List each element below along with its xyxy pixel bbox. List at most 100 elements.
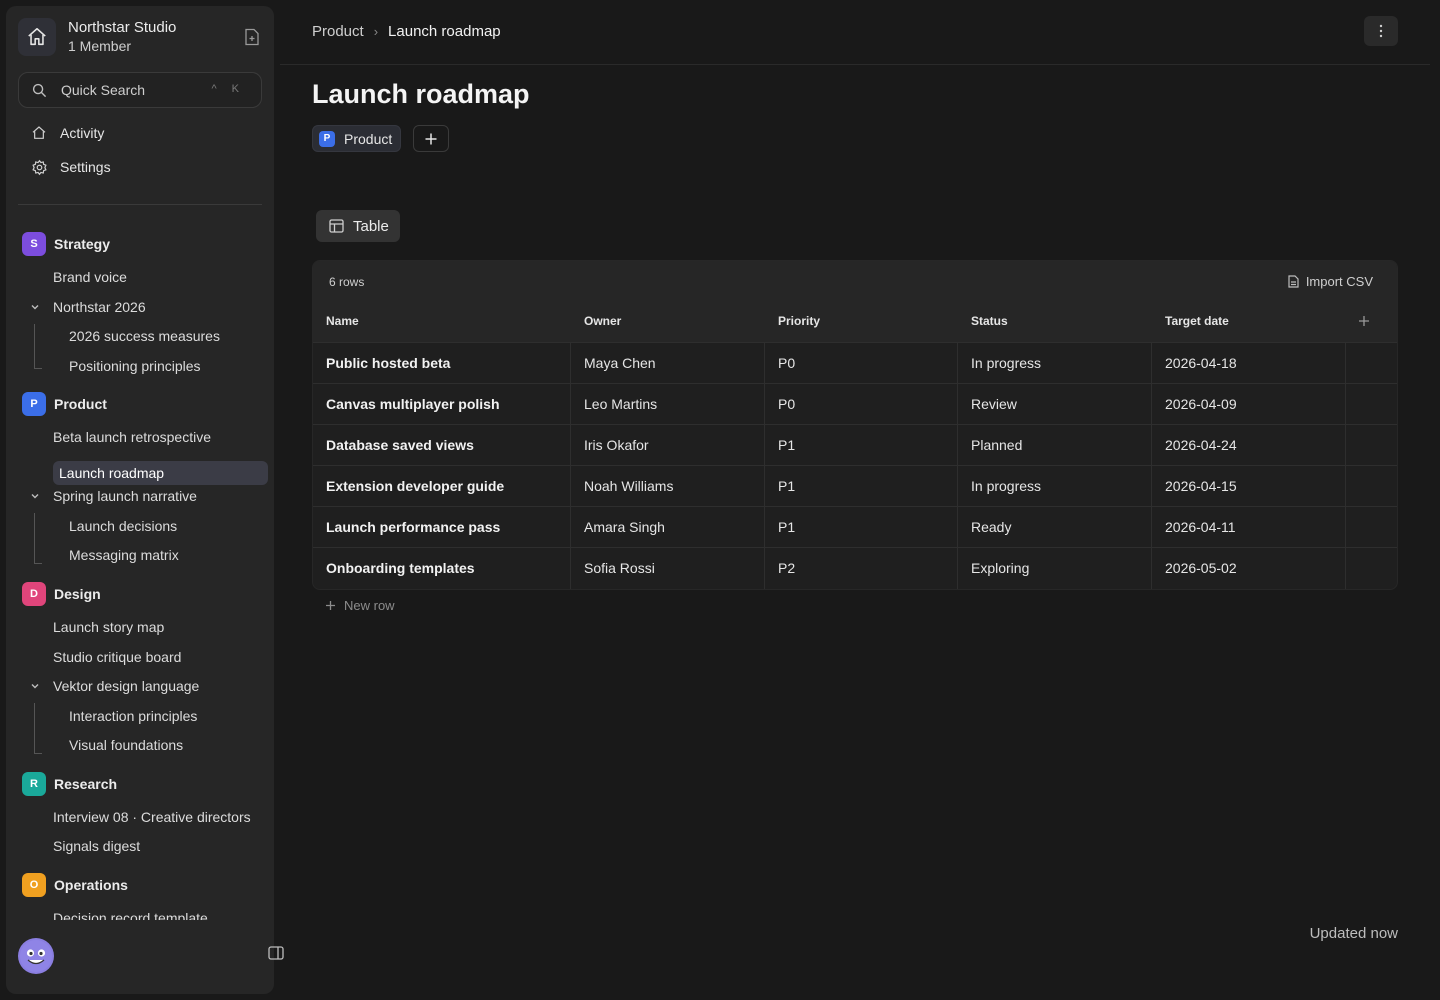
tree-item-northstar-2026[interactable]: Northstar 2026 <box>47 295 146 319</box>
tree-item-critique-board[interactable]: Studio critique board <box>47 645 181 669</box>
chevron-down-icon[interactable] <box>29 301 41 313</box>
table-row[interactable]: Public hosted beta Maya Chen P0 In progr… <box>313 342 1397 383</box>
page-title[interactable]: Launch roadmap <box>312 79 530 110</box>
table-row[interactable]: Onboarding templates Sofia Rossi P2 Expl… <box>313 547 1397 588</box>
space-tag[interactable]: P Product <box>312 125 402 152</box>
sidebar: Northstar Studio 1 Member Quick Search ^… <box>6 6 274 994</box>
cell-priority[interactable]: P1 <box>778 437 795 453</box>
new-row-button[interactable]: New row <box>325 598 395 613</box>
workspace-header[interactable]: Northstar Studio 1 Member <box>18 18 262 62</box>
cell-priority[interactable]: P0 <box>778 396 795 412</box>
import-csv-button[interactable]: Import CSV <box>1288 274 1373 289</box>
cell-status[interactable]: Planned <box>971 437 1022 453</box>
plus-icon <box>425 133 437 144</box>
tree-item-launch-decisions[interactable]: Launch decisions <box>63 514 177 538</box>
sidebar-toggle-icon[interactable] <box>268 946 286 964</box>
group-name: Operations <box>54 877 128 893</box>
cell-target-date[interactable]: 2026-04-24 <box>1165 437 1237 453</box>
workspace-members: 1 Member <box>68 38 132 54</box>
tree-item-launch-roadmap[interactable]: Launch roadmap <box>53 461 268 485</box>
cell-name[interactable]: Onboarding templates <box>326 560 475 576</box>
search-shortcut: ^ K <box>211 83 245 95</box>
breadcrumb-parent[interactable]: Product <box>312 23 364 40</box>
cell-name[interactable]: Launch performance pass <box>326 519 500 535</box>
view-tab-table[interactable]: Table <box>316 210 400 242</box>
column-header-status[interactable]: Status <box>971 314 1008 328</box>
nav-activity[interactable]: Activity <box>18 118 262 148</box>
tree-item-signals-digest[interactable]: Signals digest <box>47 834 140 858</box>
cell-owner[interactable]: Noah Williams <box>584 478 673 494</box>
nav-settings[interactable]: Settings <box>18 152 262 182</box>
cell-target-date[interactable]: 2026-04-15 <box>1165 478 1237 494</box>
tree-item-brand-voice[interactable]: Brand voice <box>47 265 127 289</box>
cell-status[interactable]: Ready <box>971 519 1011 535</box>
cell-name[interactable]: Canvas multiplayer polish <box>326 396 500 412</box>
column-header-priority[interactable]: Priority <box>778 314 820 328</box>
more-options-button[interactable] <box>1364 16 1398 46</box>
cell-owner[interactable]: Amara Singh <box>584 519 665 535</box>
cell-name[interactable]: Public hosted beta <box>326 355 450 371</box>
avatar[interactable] <box>18 938 54 974</box>
new-page-icon[interactable] <box>244 28 262 46</box>
group-badge: R <box>22 772 46 796</box>
breadcrumb-current: Launch roadmap <box>388 23 501 40</box>
cell-status[interactable]: In progress <box>971 478 1041 494</box>
cell-owner[interactable]: Leo Martins <box>584 396 657 412</box>
tree-item-positioning[interactable]: Positioning principles <box>63 354 201 378</box>
search-label: Quick Search <box>61 82 146 98</box>
tree-item-decision-record[interactable]: Decision record template <box>47 906 208 920</box>
cell-target-date[interactable]: 2026-04-11 <box>1165 519 1236 535</box>
table-row[interactable]: Extension developer guide Noah Williams … <box>313 465 1397 506</box>
cell-priority[interactable]: P1 <box>778 478 795 494</box>
group-name: Design <box>54 586 101 602</box>
tree-item-vektor[interactable]: Vektor design language <box>47 674 199 698</box>
cell-target-date[interactable]: 2026-04-18 <box>1165 355 1237 371</box>
tree-item-messaging-matrix[interactable]: Messaging matrix <box>63 543 179 567</box>
table-row[interactable]: Database saved views Iris Okafor P1 Plan… <box>313 424 1397 465</box>
cell-target-date[interactable]: 2026-04-09 <box>1165 396 1237 412</box>
chevron-down-icon[interactable] <box>29 490 41 502</box>
add-tag-button[interactable] <box>413 125 449 152</box>
group-product[interactable]: P Product <box>22 391 107 417</box>
group-research[interactable]: R Research <box>22 771 117 797</box>
tree-item-interview[interactable]: Interview 08 · Creative directors <box>47 805 251 829</box>
group-name: Product <box>54 396 107 412</box>
tree-item-interaction-principles[interactable]: Interaction principles <box>63 704 197 728</box>
cell-owner[interactable]: Iris Okafor <box>584 437 649 453</box>
tag-badge: P <box>319 130 335 147</box>
cell-priority[interactable]: P1 <box>778 519 795 535</box>
cell-status[interactable]: In progress <box>971 355 1041 371</box>
tree-item-spring-narrative[interactable]: Spring launch narrative <box>47 484 197 508</box>
cell-owner[interactable]: Sofia Rossi <box>584 560 655 576</box>
tree-line <box>34 753 42 754</box>
group-design[interactable]: D Design <box>22 581 101 607</box>
table-row[interactable]: Launch performance pass Amara Singh P1 R… <box>313 506 1397 547</box>
tree-item-visual-foundations[interactable]: Visual foundations <box>63 733 183 757</box>
column-header-target-date[interactable]: Target date <box>1165 314 1229 328</box>
cell-owner[interactable]: Maya Chen <box>584 355 656 371</box>
workspace-name: Northstar Studio <box>68 19 177 36</box>
group-badge: D <box>22 582 46 606</box>
column-header-name[interactable]: Name <box>326 314 359 328</box>
tree-item-story-map[interactable]: Launch story map <box>47 615 164 639</box>
cell-target-date[interactable]: 2026-05-02 <box>1165 560 1237 576</box>
cell-status[interactable]: Review <box>971 396 1017 412</box>
tree-item-success-measures[interactable]: 2026 success measures <box>63 324 220 348</box>
group-strategy[interactable]: S Strategy <box>22 231 110 257</box>
tree-item-beta-retro[interactable]: Beta launch retrospective <box>47 425 211 449</box>
cell-priority[interactable]: P0 <box>778 355 795 371</box>
cell-status[interactable]: Exploring <box>971 560 1029 576</box>
group-operations[interactable]: O Operations <box>22 872 128 898</box>
add-column-icon[interactable] <box>1357 314 1371 328</box>
table-toolbar: 6 rows Import CSV Name Owner Priority St… <box>313 261 1397 342</box>
tree-line <box>34 703 35 754</box>
quick-search[interactable]: Quick Search ^ K <box>18 72 262 108</box>
cell-name[interactable]: Extension developer guide <box>326 478 504 494</box>
chevron-down-icon[interactable] <box>29 680 41 692</box>
table-row[interactable]: Canvas multiplayer polish Leo Martins P0… <box>313 383 1397 424</box>
tree-line <box>34 563 42 564</box>
cell-priority[interactable]: P2 <box>778 560 795 576</box>
column-header-owner[interactable]: Owner <box>584 314 621 328</box>
new-row-label: New row <box>344 598 395 613</box>
cell-name[interactable]: Database saved views <box>326 437 474 453</box>
